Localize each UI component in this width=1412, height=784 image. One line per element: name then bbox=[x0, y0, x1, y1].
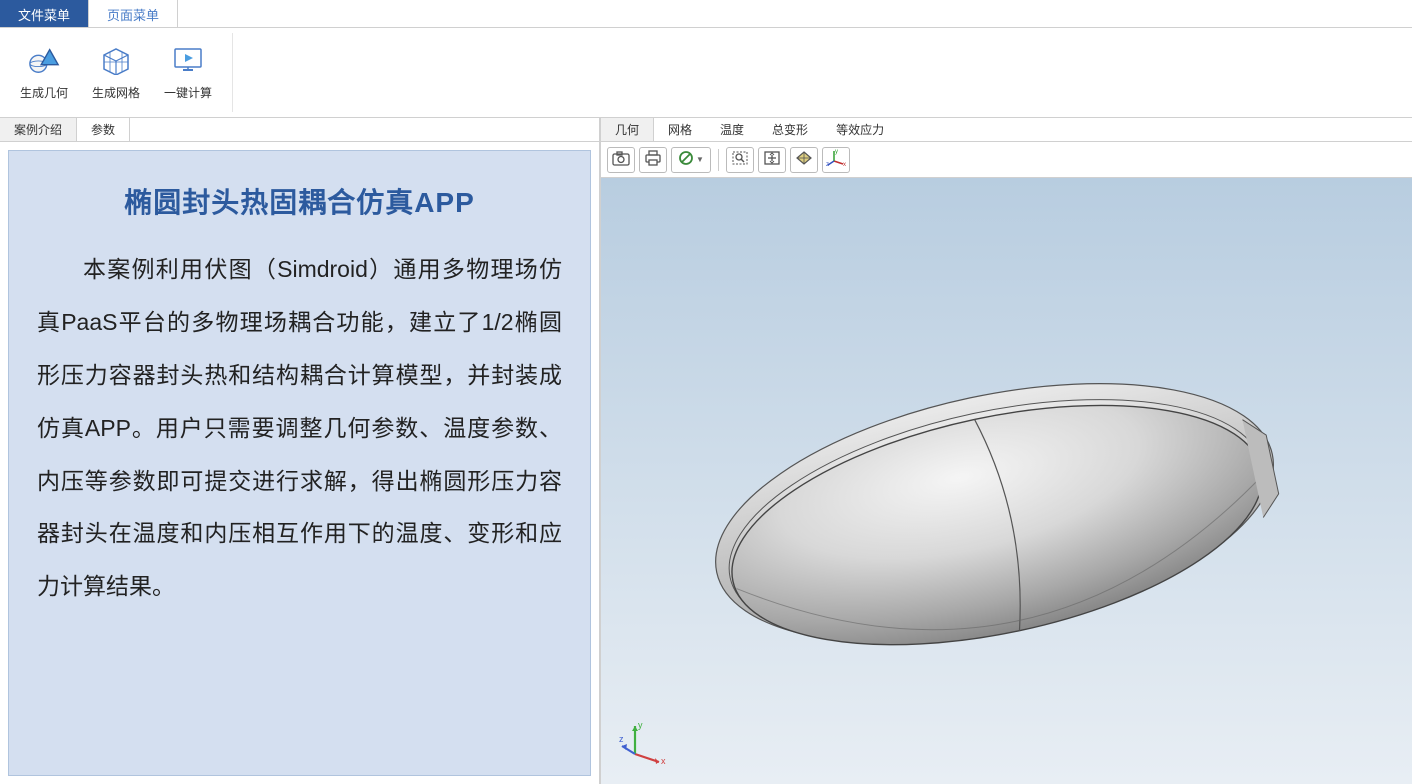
camera-icon bbox=[612, 150, 630, 169]
screenshot-button[interactable] bbox=[607, 147, 635, 173]
zoom-region-button[interactable] bbox=[726, 147, 754, 173]
disable-icon bbox=[678, 150, 694, 169]
left-panel: 案例介绍 参数 椭圆封头热固耦合仿真APP 本案例利用伏图（Simdroid）通… bbox=[0, 118, 600, 784]
viewport-toolbar: ▼ bbox=[601, 142, 1412, 178]
ribbon-toolbar: 生成几何 生成网格 bbox=[0, 28, 1412, 118]
generate-mesh-button[interactable]: 生成网格 bbox=[80, 33, 152, 112]
chevron-down-icon: ▼ bbox=[696, 155, 704, 164]
axis-triad: x y z bbox=[619, 718, 667, 766]
svg-text:x: x bbox=[661, 756, 666, 766]
ribbon-group: 生成几何 生成网格 bbox=[0, 33, 233, 112]
tab-parameters[interactable]: 参数 bbox=[77, 118, 130, 141]
viewport-tabs: 几何 网格 温度 总变形 等效应力 bbox=[601, 118, 1412, 142]
print-button[interactable] bbox=[639, 147, 667, 173]
generate-mesh-label: 生成网格 bbox=[92, 84, 140, 101]
fit-view-button[interactable] bbox=[758, 147, 786, 173]
svg-text:y: y bbox=[638, 720, 643, 730]
axes-xyz-icon: x y z bbox=[826, 149, 846, 170]
generate-geometry-label: 生成几何 bbox=[20, 84, 68, 101]
intro-body: 本案例利用伏图（Simdroid）通用多物理场仿真PaaS平台的多物理场耦合功能… bbox=[37, 243, 562, 613]
intro-box: 椭圆封头热固耦合仿真APP 本案例利用伏图（Simdroid）通用多物理场仿真P… bbox=[8, 150, 591, 776]
tab-mesh[interactable]: 网格 bbox=[654, 118, 706, 141]
axes-orientation-button[interactable]: x y z bbox=[822, 147, 850, 173]
print-icon bbox=[644, 150, 662, 169]
one-click-calc-label: 一键计算 bbox=[164, 84, 212, 101]
svg-text:y: y bbox=[835, 149, 838, 155]
3d-viewport[interactable]: x y z bbox=[601, 178, 1412, 784]
monitor-play-icon bbox=[172, 44, 204, 76]
svg-text:z: z bbox=[619, 734, 624, 744]
left-panel-content: 椭圆封头热固耦合仿真APP 本案例利用伏图（Simdroid）通用多物理场仿真P… bbox=[0, 142, 599, 784]
disable-dropdown-button[interactable]: ▼ bbox=[671, 147, 711, 173]
menu-tabs: 文件菜单 页面菜单 bbox=[0, 0, 1412, 28]
tab-geometry[interactable]: 几何 bbox=[601, 118, 654, 141]
diamond-fit-icon bbox=[795, 150, 813, 169]
diamond-fit-button[interactable] bbox=[790, 147, 818, 173]
tab-temperature[interactable]: 温度 bbox=[706, 118, 758, 141]
right-panel: 几何 网格 温度 总变形 等效应力 bbox=[600, 118, 1412, 784]
mesh-cube-icon bbox=[100, 44, 132, 76]
zoom-region-icon bbox=[731, 150, 749, 169]
fit-icon bbox=[763, 150, 781, 169]
svg-text:x: x bbox=[843, 162, 846, 167]
elliptical-head-model bbox=[681, 316, 1331, 784]
one-click-calc-button[interactable]: 一键计算 bbox=[152, 33, 224, 112]
sphere-triangle-icon bbox=[28, 44, 60, 76]
tab-page-menu[interactable]: 页面菜单 bbox=[89, 0, 178, 27]
intro-title: 椭圆封头热固耦合仿真APP bbox=[37, 181, 562, 221]
toolbar-separator bbox=[718, 149, 719, 171]
tab-case-intro[interactable]: 案例介绍 bbox=[0, 118, 77, 141]
tab-equiv-stress[interactable]: 等效应力 bbox=[822, 118, 898, 141]
left-panel-tabs: 案例介绍 参数 bbox=[0, 118, 599, 142]
svg-text:z: z bbox=[826, 162, 829, 167]
tab-total-deform[interactable]: 总变形 bbox=[758, 118, 822, 141]
tab-file-menu[interactable]: 文件菜单 bbox=[0, 0, 89, 27]
generate-geometry-button[interactable]: 生成几何 bbox=[8, 33, 80, 112]
